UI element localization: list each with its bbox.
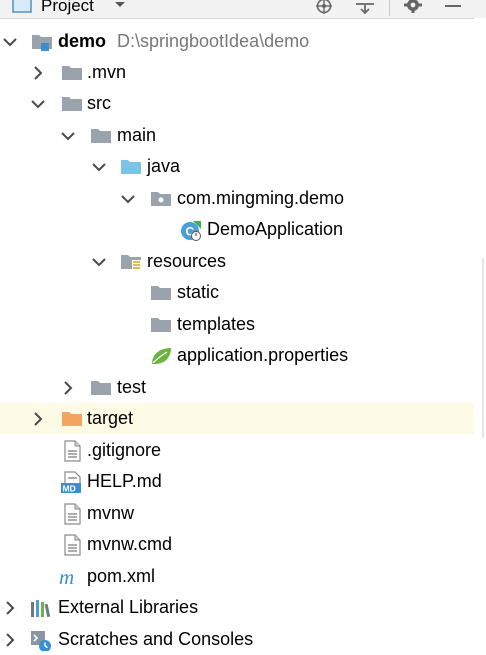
tree-label-static: static	[177, 282, 220, 302]
tree-label-target: target	[87, 408, 134, 428]
tree-row-resources[interactable]: resources	[0, 246, 474, 277]
tree-row-target[interactable]: target	[0, 403, 474, 434]
tree-row-help[interactable]: MD HELP.md	[0, 466, 474, 497]
project-view-icon[interactable]	[12, 0, 32, 14]
tree-row-demo[interactable]: demo D:\springbootIdea\demo	[0, 26, 474, 57]
libraries-icon	[31, 600, 51, 618]
tree-row-package[interactable]: com.mingming.demo	[0, 183, 474, 214]
hide-icon[interactable]	[443, 0, 463, 16]
tree-label-scratches: Scratches and Consoles	[58, 629, 254, 649]
tree-label-templates: templates	[177, 314, 256, 334]
chevron-down-icon[interactable]	[120, 191, 136, 207]
tree-row-mvn[interactable]: .mvn	[0, 57, 474, 88]
tree-label-test: test	[117, 377, 147, 397]
header-separator	[389, 0, 390, 16]
tree-row-scratches[interactable]: Scratches and Consoles	[0, 624, 474, 655]
tree-label-pom: pom.xml	[87, 566, 156, 586]
dropdown-icon[interactable]	[113, 0, 127, 12]
chevron-down-icon[interactable]	[60, 128, 76, 144]
source-folder-icon	[121, 160, 141, 174]
tree-row-main[interactable]: main	[0, 120, 474, 151]
tree-label-application-properties: application.properties	[177, 345, 349, 365]
tree-label-mvnw: mvnw	[87, 503, 135, 523]
chevron-down-icon[interactable]	[2, 34, 18, 50]
md-badge: MD	[63, 484, 76, 494]
tree-row-templates[interactable]: templates	[0, 309, 474, 340]
chevron-right-icon[interactable]	[30, 65, 46, 81]
tree-label-resources: resources	[147, 251, 227, 271]
tree-row-external-libraries[interactable]: External Libraries	[0, 592, 474, 623]
tree-row-application-properties[interactable]: application.properties	[0, 340, 474, 371]
spring-leaf-icon	[152, 348, 171, 365]
chevron-right-icon[interactable]	[2, 632, 18, 648]
tree-label-main: main	[117, 125, 157, 145]
tree-row-gitignore[interactable]: .gitignore	[0, 435, 474, 466]
folder-icon	[62, 97, 82, 111]
collapse-all-icon[interactable]	[354, 0, 376, 16]
tree-label-package: com.mingming.demo	[177, 188, 345, 208]
tree-label-mvnw-cmd: mvnw.cmd	[87, 534, 173, 554]
tree-row-src[interactable]: src	[0, 88, 474, 119]
tree-label-gitignore: .gitignore	[87, 440, 162, 460]
tree-row-java[interactable]: java	[0, 151, 474, 182]
folder-icon	[91, 381, 111, 395]
tree-row-demo-application[interactable]: C DemoApplication	[0, 214, 474, 245]
tree-row-test[interactable]: test	[0, 372, 474, 403]
folder-icon	[151, 318, 171, 332]
chevron-down-icon[interactable]	[30, 96, 46, 112]
folder-icon	[151, 286, 171, 300]
chevron-down-icon[interactable]	[91, 159, 107, 175]
folder-icon	[62, 66, 82, 80]
project-panel-header: Project	[0, 0, 486, 19]
chevron-right-icon[interactable]	[60, 380, 76, 396]
text-file-icon	[64, 440, 81, 462]
scratches-icon	[31, 631, 51, 651]
text-file-icon	[64, 503, 81, 525]
package-icon	[151, 192, 171, 206]
tree-row-mvnw-cmd[interactable]: mvnw.cmd	[0, 529, 474, 560]
resources-folder-icon	[121, 255, 141, 271]
folder-icon	[91, 129, 111, 143]
scrollbar-track[interactable]	[474, 18, 486, 654]
text-file-icon	[64, 534, 81, 556]
maven-badge: m	[59, 566, 74, 588]
tree-row-mvnw[interactable]: mvnw	[0, 498, 474, 529]
spring-boot-class-icon: C	[181, 221, 201, 241]
tree-label-demo-application: DemoApplication	[207, 219, 344, 239]
tree-path-demo: D:\springbootIdea\demo	[117, 31, 310, 51]
tree-label-mvn: .mvn	[87, 62, 127, 82]
chevron-down-icon[interactable]	[91, 254, 107, 270]
chevron-right-icon[interactable]	[2, 600, 18, 616]
tree-label-demo: demo	[58, 31, 107, 51]
tree-label-help: HELP.md	[87, 471, 162, 491]
panel-title[interactable]: Project	[41, 0, 94, 16]
tree-label-src: src	[87, 93, 111, 113]
maven-icon: m	[59, 566, 74, 588]
module-folder-icon	[32, 35, 52, 51]
tree-label-java: java	[147, 156, 181, 176]
settings-icon[interactable]	[403, 0, 423, 16]
excluded-folder-icon	[62, 412, 82, 426]
chevron-right-icon[interactable]	[30, 411, 46, 427]
scrollbar-thumb[interactable]	[482, 258, 484, 438]
tree-label-external-libraries: External Libraries	[58, 597, 199, 617]
tree-row-static[interactable]: static	[0, 277, 474, 308]
markdown-file-icon: MD	[61, 471, 81, 494]
tree-row-pom[interactable]: m pom.xml	[0, 561, 474, 592]
locate-icon[interactable]	[314, 0, 334, 16]
